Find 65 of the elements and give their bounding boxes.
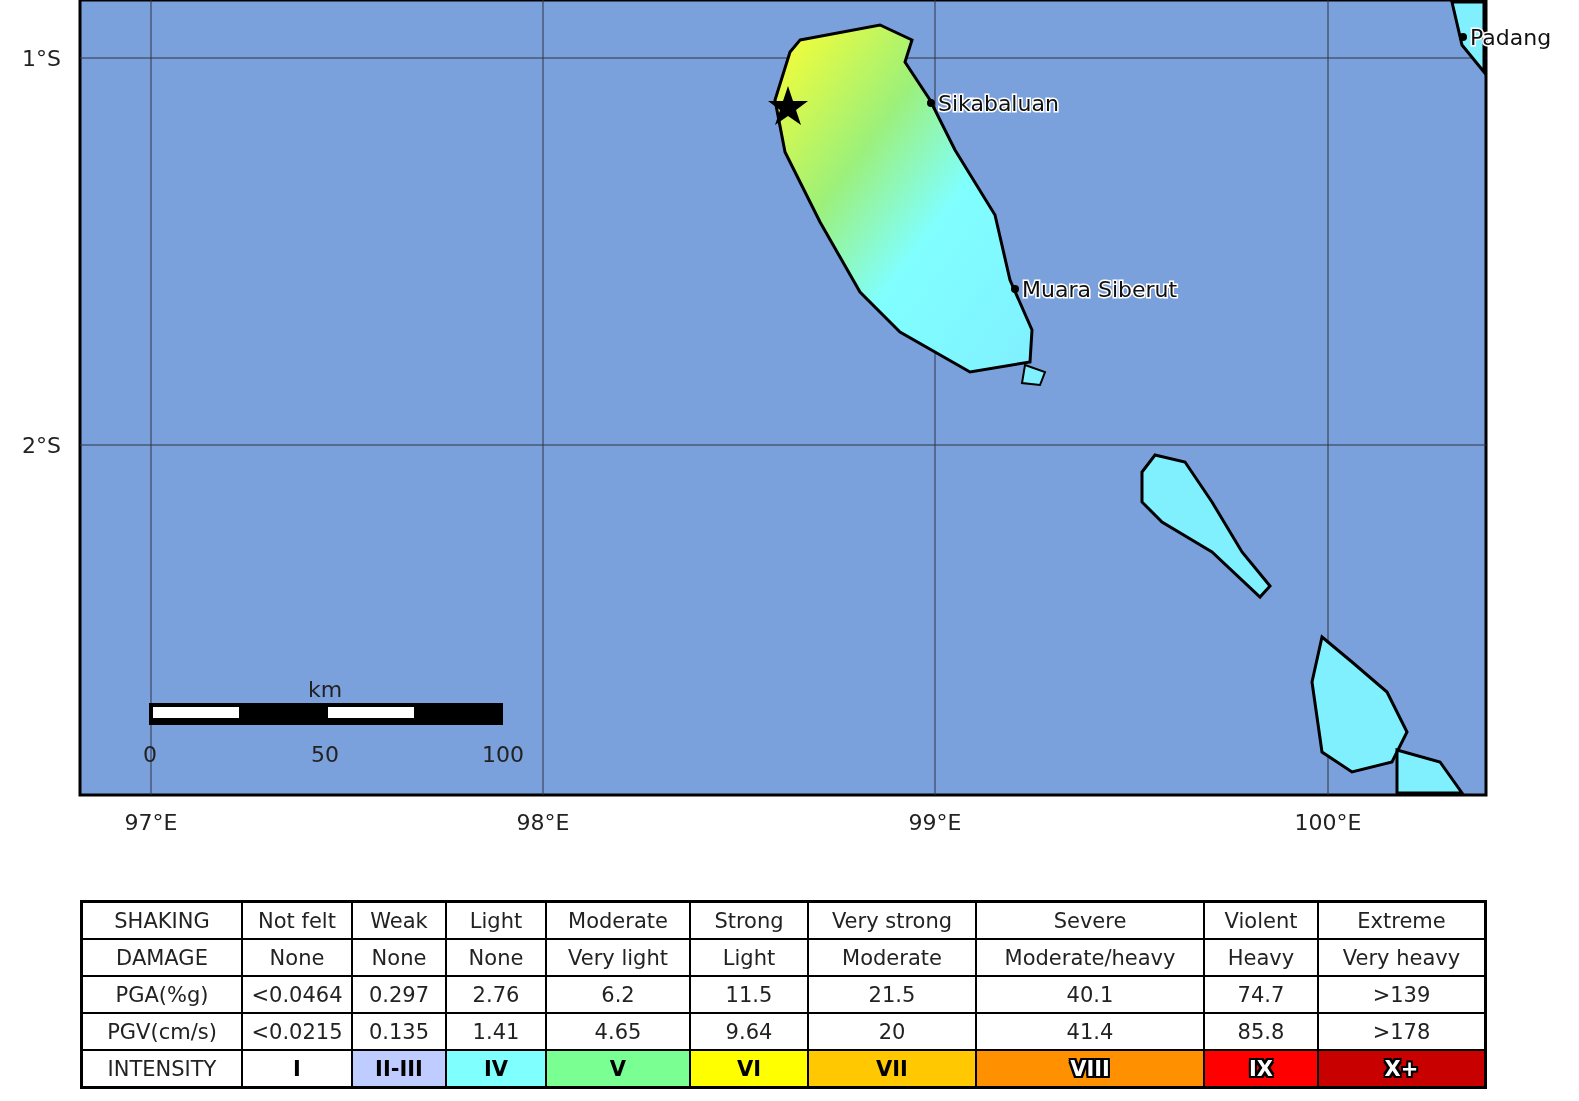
legend-cell: Very strong <box>808 901 976 939</box>
intensity-swatch: VII <box>808 1050 976 1088</box>
legend-cell: 41.4 <box>976 1013 1204 1050</box>
legend-cell: Not felt <box>242 901 352 939</box>
legend-cell: 11.5 <box>690 976 808 1013</box>
legend-cell: 85.8 <box>1204 1013 1318 1050</box>
legend-cell: Extreme <box>1318 901 1486 939</box>
legend-cell: Moderate <box>546 901 690 939</box>
legend-cell: 4.65 <box>546 1013 690 1050</box>
legend-cell: >139 <box>1318 976 1486 1013</box>
scale-tick-label: 50 <box>311 742 339 767</box>
legend-cell: 9.64 <box>690 1013 808 1050</box>
longitude-label: 97°E <box>124 810 178 835</box>
legend-cell: None <box>242 939 352 976</box>
intensity-swatch: IV <box>446 1050 546 1088</box>
city-dot-icon <box>1011 285 1019 293</box>
legend-cell: Strong <box>690 901 808 939</box>
longitude-label: 100°E <box>1294 810 1362 835</box>
legend-cell: Weak <box>352 901 446 939</box>
legend-row-header: PGA(%g) <box>81 976 242 1013</box>
city-label: Sikabaluan <box>938 91 1059 116</box>
intensity-swatch: II-III <box>352 1050 446 1088</box>
legend-cell: 1.41 <box>446 1013 546 1050</box>
legend-cell: <0.0215 <box>242 1013 352 1050</box>
legend-cell: 20 <box>808 1013 976 1050</box>
legend-cell: Severe <box>976 901 1204 939</box>
legend-cell: Moderate/heavy <box>976 939 1204 976</box>
legend-cell: Light <box>446 901 546 939</box>
legend-cell: >178 <box>1318 1013 1486 1050</box>
legend-cell: <0.0464 <box>242 976 352 1013</box>
intensity-swatch: VI <box>690 1050 808 1088</box>
scale-tick-label: 0 <box>143 742 157 767</box>
epicenter-star-icon <box>768 86 808 125</box>
legend-cell: 6.2 <box>546 976 690 1013</box>
legend-cell: Very light <box>546 939 690 976</box>
intensity-swatch: IX <box>1204 1050 1318 1088</box>
legend-cell: 74.7 <box>1204 976 1318 1013</box>
legend-cell: 2.76 <box>446 976 546 1013</box>
legend-cell: 0.297 <box>352 976 446 1013</box>
legend-cell: Light <box>690 939 808 976</box>
legend-cell: 0.135 <box>352 1013 446 1050</box>
latitude-label: 2°S <box>22 433 61 458</box>
scale-tick-label: 100 <box>482 742 524 767</box>
intensity-swatch: X+ <box>1318 1050 1486 1088</box>
legend-cell: Moderate <box>808 939 976 976</box>
city-label: Muara Siberut <box>1022 277 1178 302</box>
legend-cell: 40.1 <box>976 976 1204 1013</box>
city-dot-icon <box>1459 33 1467 41</box>
intensity-swatch: VIII <box>976 1050 1204 1088</box>
legend-row-header: DAMAGE <box>81 939 242 976</box>
legend-cell: Heavy <box>1204 939 1318 976</box>
legend-row-header: SHAKING <box>81 901 242 939</box>
legend-cell: 21.5 <box>808 976 976 1013</box>
legend-cell: None <box>446 939 546 976</box>
intensity-swatch: I <box>242 1050 352 1088</box>
city-dot-icon <box>927 99 935 107</box>
intensity-swatch: V <box>546 1050 690 1088</box>
legend-cell: Very heavy <box>1318 939 1486 976</box>
legend-row-header: PGV(cm/s) <box>81 1013 242 1050</box>
longitude-label: 99°E <box>908 810 962 835</box>
legend-cell: Violent <box>1204 901 1318 939</box>
scale-unit-label: km <box>307 677 343 702</box>
longitude-label: 98°E <box>516 810 570 835</box>
latitude-label: 1°S <box>22 46 61 71</box>
legend-cell: None <box>352 939 446 976</box>
